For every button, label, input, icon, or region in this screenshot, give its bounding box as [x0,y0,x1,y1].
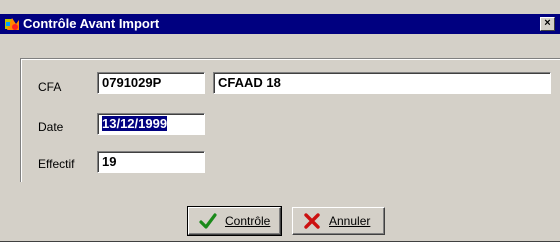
close-icon: × [544,17,551,29]
close-button[interactable]: × [540,17,555,31]
app-icon [5,18,19,30]
effectif-field[interactable]: 19 [97,151,205,173]
window-title: Contrôle Avant Import [23,16,160,31]
check-icon [199,213,217,229]
cfa-code-field[interactable]: 0791029P [97,72,205,94]
controle-button[interactable]: Contrôle [187,206,282,236]
cfa-name-field[interactable]: CFAAD 18 [213,72,551,94]
date-field[interactable]: 13/12/1999 [97,113,205,135]
annuler-label: Annuler [329,214,371,228]
title-bar[interactable]: Contrôle Avant Import × [0,14,560,34]
cfa-label: CFA [38,80,62,94]
cross-icon [304,213,320,229]
dialog-window: Contrôle Avant Import × CFA 0791029P CFA… [0,0,560,242]
controle-label: Contrôle [225,214,271,228]
effectif-label: Effectif [38,157,75,171]
annuler-button[interactable]: Annuler [292,207,385,235]
date-label: Date [38,120,64,134]
date-selected-text: 13/12/1999 [102,116,168,131]
